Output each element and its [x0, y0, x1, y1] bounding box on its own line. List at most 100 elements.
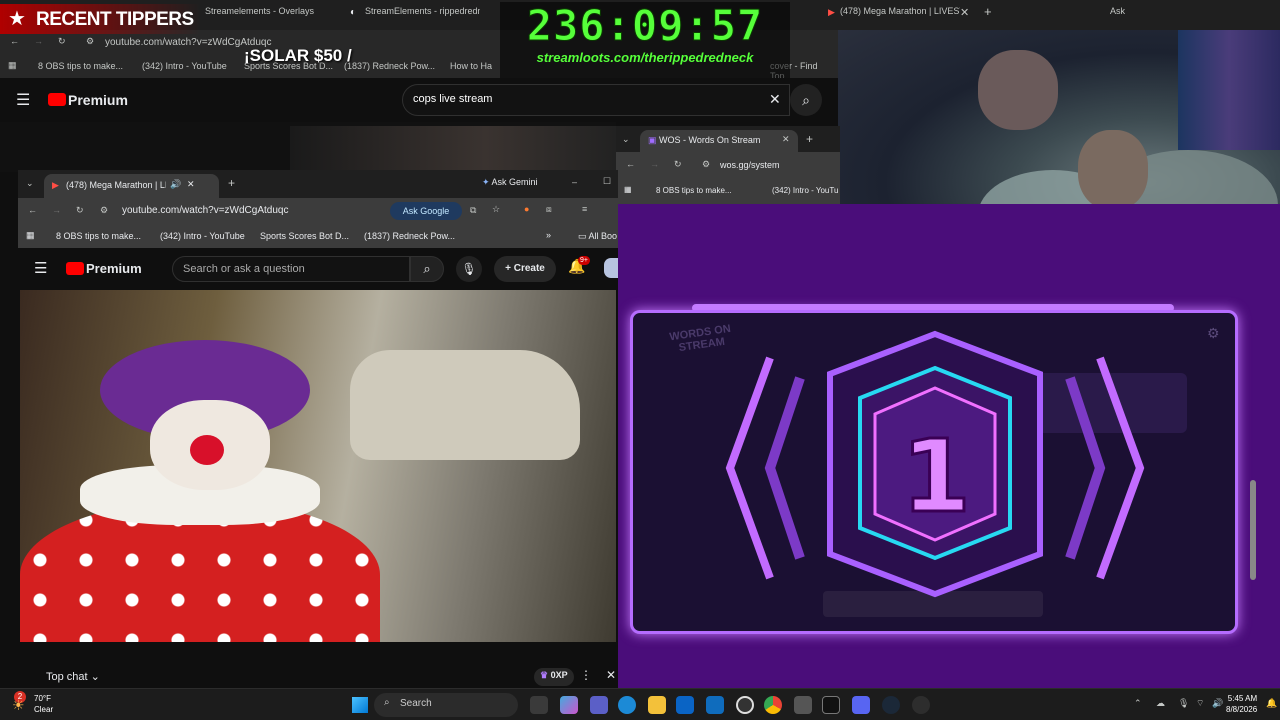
reload-icon[interactable]: ↻ — [58, 36, 66, 47]
app-icon-tray[interactable] — [912, 696, 930, 714]
tab-mega-marathon[interactable]: ▶ (478) Mega Marathon | LIVE 🔊 ✕ — [44, 174, 219, 198]
tab-wos[interactable]: ▣ WOS - Words On Stream — [640, 130, 798, 152]
extensions-icon[interactable]: ⧈ — [546, 204, 552, 215]
front-apps-grid-icon[interactable]: ▦ — [26, 230, 35, 241]
xp-badge[interactable]: ♛ 0XP — [534, 668, 574, 686]
video-player[interactable] — [20, 290, 616, 642]
create-button[interactable]: + Create — [494, 256, 556, 282]
taskbar-clock[interactable]: 5:45 AM 8/8/2026 — [1226, 693, 1257, 715]
youtube-logo-icon[interactable] — [48, 93, 66, 106]
forward-icon[interactable]: → — [34, 36, 43, 46]
wos-scrollbar[interactable] — [1250, 480, 1256, 580]
wos-forward-icon[interactable]: → — [650, 159, 659, 169]
tray-app-icon[interactable]: ☁ — [1156, 698, 1165, 709]
front-tab-list-icon[interactable]: ⌄ — [26, 178, 34, 189]
new-tab-icon[interactable]: + — [984, 4, 992, 22]
windows-start-icon[interactable] — [352, 697, 368, 713]
bookmark-intro-youtube[interactable]: (342) Intro - YouTube — [142, 61, 227, 71]
outlook-icon[interactable] — [706, 696, 724, 714]
top-chat-dropdown[interactable]: Top chat ⌄ — [46, 670, 100, 683]
wos-apps-grid-icon[interactable]: ▦ — [624, 185, 632, 194]
apps-grid-icon[interactable]: ▦ — [8, 60, 17, 71]
front-close-tab-icon[interactable]: ✕ — [187, 179, 195, 190]
wos-back-icon[interactable]: ← — [626, 159, 635, 169]
audio-playing-icon[interactable]: 🔊 — [170, 179, 181, 190]
bookmark-redneck-pow[interactable]: (1837) Redneck Pow... — [344, 61, 435, 71]
background-search-box[interactable]: cops live stream ✕ — [402, 84, 790, 116]
front-search-icon[interactable]: ⌕ — [410, 256, 444, 282]
front-bookmark-redneck[interactable]: (1837) Redneck Pow... — [364, 231, 455, 241]
ask-gemini-button[interactable]: ✦ Ask Gemini — [482, 177, 538, 188]
front-reload-icon[interactable]: ↻ — [76, 205, 84, 216]
tray-expand-icon[interactable]: ⌃ — [1134, 698, 1142, 709]
background-search-input[interactable]: cops live stream — [413, 93, 492, 105]
close-tab-icon[interactable]: ✕ — [960, 6, 969, 24]
wos-bookmark-obs[interactable]: 8 OBS tips to make... — [656, 186, 732, 195]
edge-icon[interactable] — [618, 696, 636, 714]
front-search-input[interactable]: Search or ask a question — [172, 256, 410, 282]
app-icon-generic[interactable] — [794, 696, 812, 714]
front-bookmark-intro[interactable]: (342) Intro - YouTube — [160, 231, 245, 241]
task-view-icon[interactable] — [530, 696, 548, 714]
front-bookmark-obs[interactable]: 8 OBS tips to make... — [56, 231, 141, 241]
wifi-icon[interactable]: ⌔ — [1196, 698, 1204, 709]
teams-icon[interactable] — [590, 696, 608, 714]
front-forward-icon[interactable]: → — [52, 205, 61, 215]
wos-settings-icon[interactable]: ⚙ — [1207, 325, 1220, 342]
ask-google-button[interactable]: Ask Google — [390, 202, 462, 220]
youtube-premium-label[interactable]: Premium — [68, 92, 128, 108]
taskbar-search[interactable]: ⌕ Search — [374, 693, 518, 717]
wos-site-info-icon[interactable]: ⚙ — [702, 159, 710, 170]
tab-list-icon[interactable]: ⌄ — [622, 134, 630, 145]
media-controls-icon[interactable]: ≡ — [582, 204, 587, 214]
chrome-icon[interactable] — [764, 696, 782, 714]
clear-search-icon[interactable]: ✕ — [769, 91, 781, 108]
maximize-icon[interactable]: ☐ — [603, 176, 611, 187]
front-premium-label[interactable]: Premium — [86, 261, 142, 276]
wos-close-tab-icon[interactable]: ✕ — [782, 134, 790, 145]
more-bookmarks-icon[interactable]: » — [546, 230, 551, 240]
copilot-icon[interactable] — [560, 696, 578, 714]
front-new-tab-icon[interactable]: + — [228, 176, 235, 190]
front-url[interactable]: youtube.com/watch?v=zWdCgAtduqc — [114, 202, 384, 220]
microphone-icon[interactable]: 🎙 — [456, 256, 482, 282]
obs-icon[interactable] — [736, 696, 754, 714]
brave-extension-icon[interactable]: ● — [524, 204, 529, 214]
notifications-icon[interactable]: 🔔 — [1266, 698, 1277, 709]
bookmark-star-icon[interactable]: ☆ — [492, 204, 500, 215]
wos-bookmark-intro[interactable]: (342) Intro - YouTu — [772, 186, 840, 195]
volume-icon[interactable]: 🔊 — [1212, 698, 1223, 709]
install-app-icon[interactable]: ⧉ — [470, 205, 476, 216]
front-hamburger-icon[interactable]: ☰ — [34, 259, 47, 277]
file-explorer-icon[interactable] — [648, 696, 666, 714]
tab-mega-marathon-bg[interactable]: (478) Mega Marathon | LIVESTI — [840, 6, 960, 24]
hamburger-menu-icon[interactable]: ☰ — [16, 90, 30, 110]
weather-widget[interactable]: 70°F Clear — [34, 693, 53, 715]
ask-gemini-bg[interactable]: Ask — [1110, 6, 1150, 24]
front-bookmark-sports[interactable]: Sports Scores Bot D... — [260, 231, 349, 241]
store-icon[interactable] — [676, 696, 694, 714]
bookmark-how-to[interactable]: How to Ha — [450, 61, 492, 71]
tab-streamelements-overlays[interactable]: Streamelements - Overlays — [205, 6, 335, 24]
search-icon[interactable]: ⌕ — [790, 84, 822, 116]
chat-close-icon[interactable]: ✕ — [606, 668, 616, 682]
back-icon[interactable]: ← — [10, 36, 19, 46]
tray-mic-icon[interactable]: 🎙 — [1178, 698, 1189, 709]
site-info-icon[interactable]: ⚙ — [86, 36, 94, 47]
weather-sun-icon[interactable]: ☀ — [12, 697, 25, 714]
avatar[interactable] — [604, 258, 618, 278]
wos-new-tab-icon[interactable]: + — [806, 132, 813, 146]
all-bookmarks[interactable]: ▭ All Boo — [578, 231, 617, 242]
front-site-info-icon[interactable]: ⚙ — [100, 205, 108, 216]
front-youtube-logo-icon[interactable] — [66, 262, 84, 275]
discord-icon[interactable] — [852, 696, 870, 714]
wos-reload-icon[interactable]: ↻ — [674, 159, 682, 170]
front-back-icon[interactable]: ← — [28, 205, 37, 215]
steam-icon[interactable] — [882, 696, 900, 714]
minimize-icon[interactable]: – — [572, 177, 577, 187]
wos-url[interactable]: wos.gg/system — [720, 160, 780, 170]
tab-streamelements-rippedredneck[interactable]: StreamElements - rippedredne — [365, 6, 480, 24]
terminal-icon[interactable] — [822, 696, 840, 714]
bookmark-obs-tips[interactable]: 8 OBS tips to make... — [38, 61, 123, 71]
chat-more-icon[interactable]: ⋮ — [580, 668, 592, 682]
